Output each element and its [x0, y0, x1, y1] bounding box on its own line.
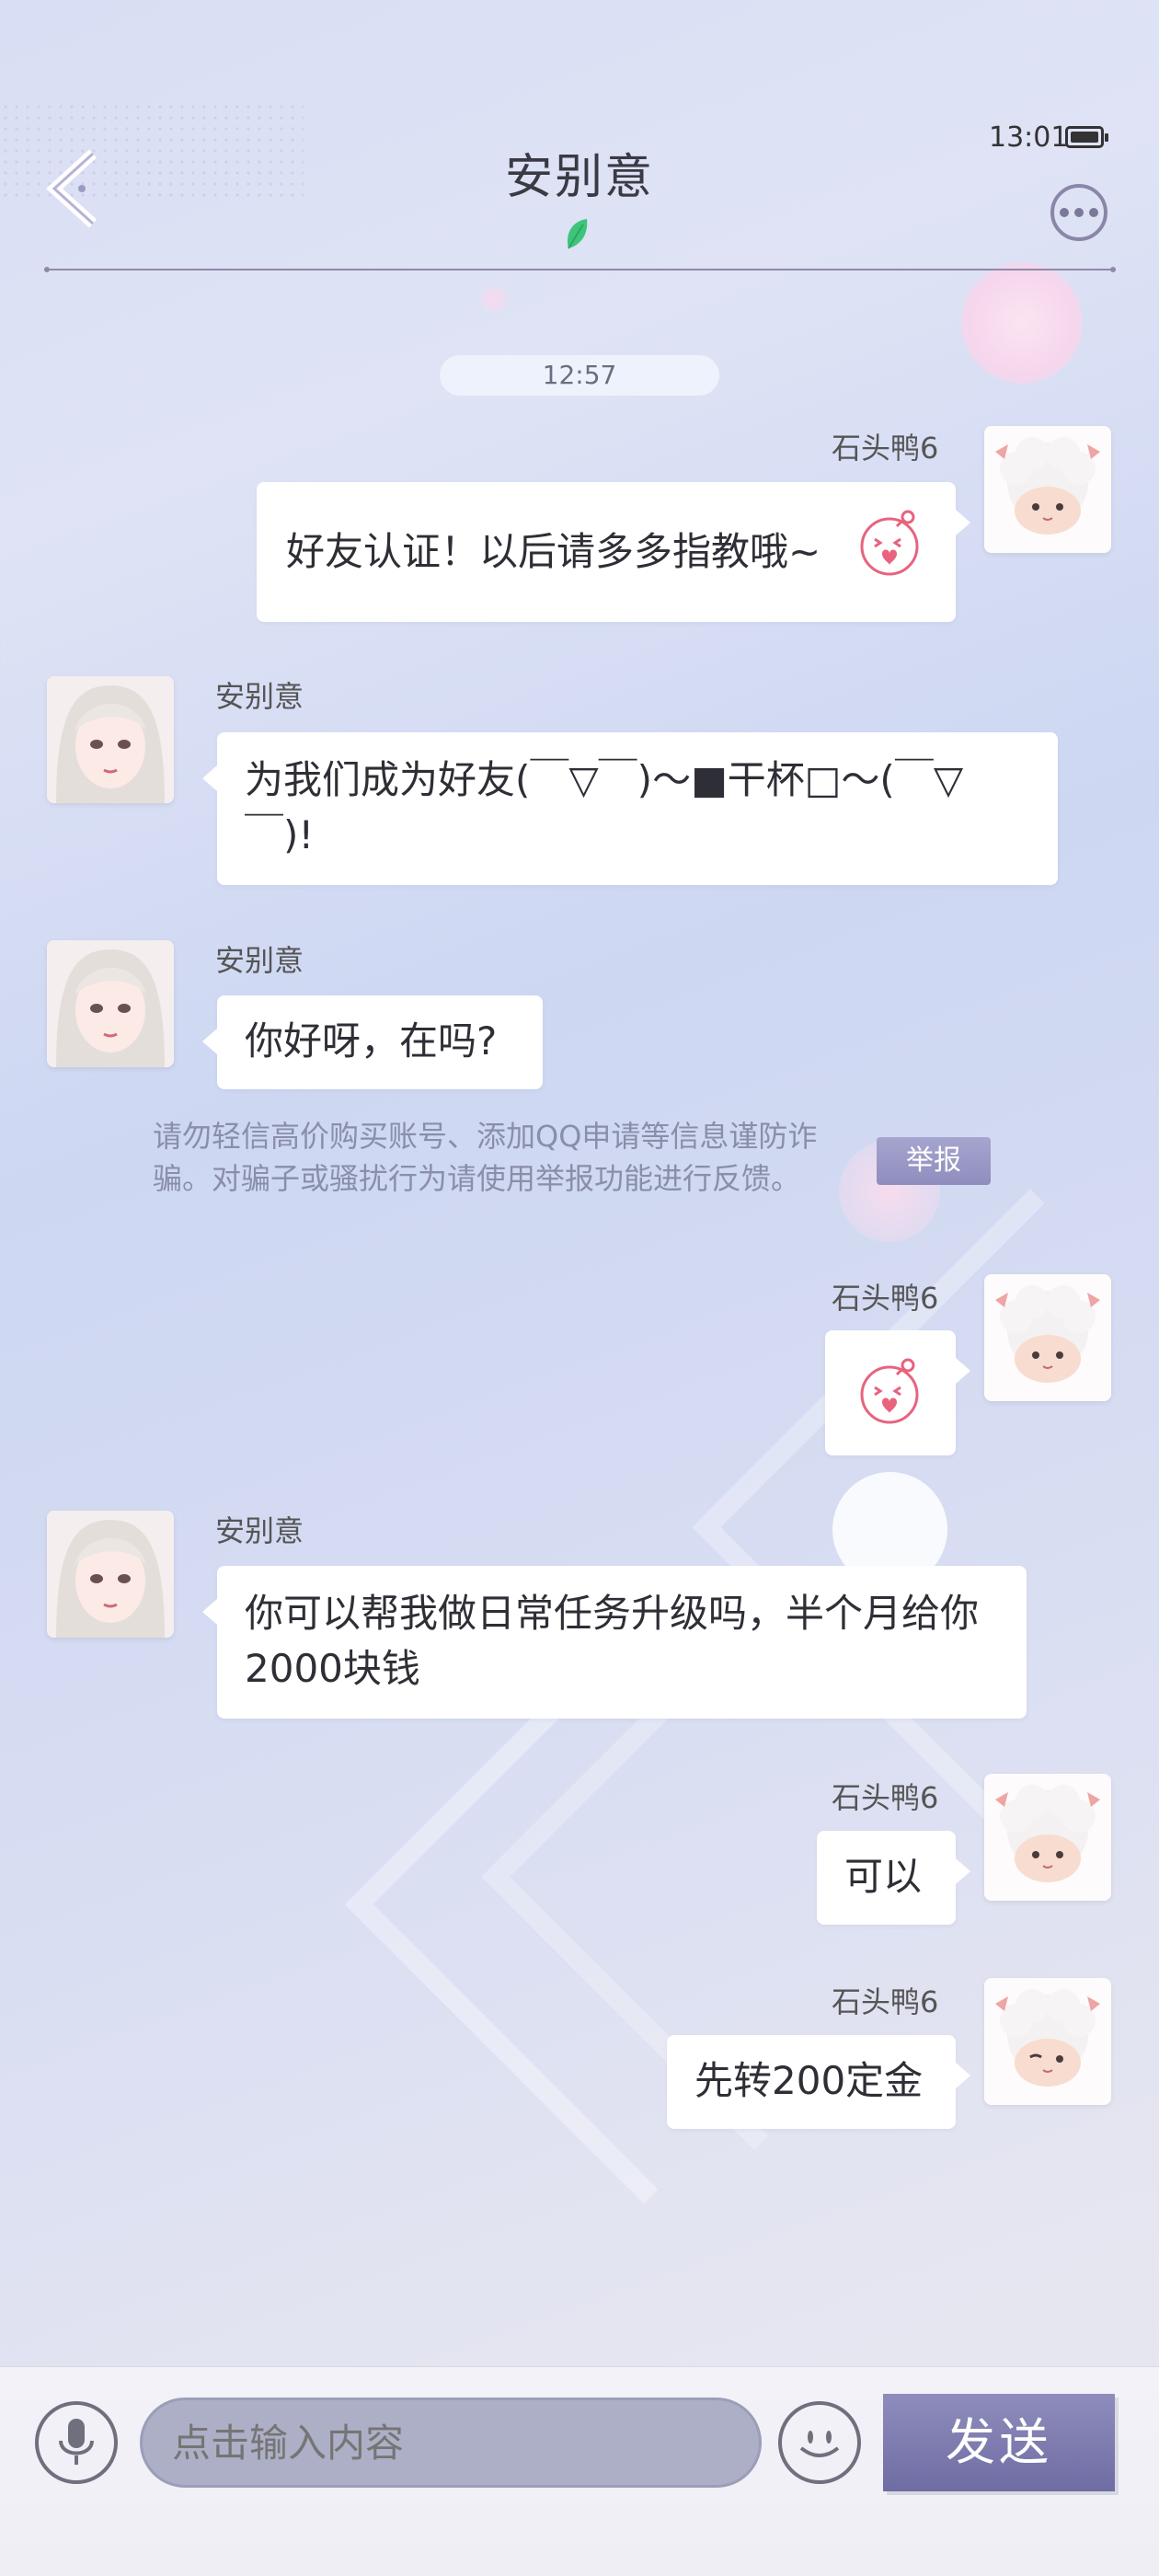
decorative-orb — [480, 285, 508, 313]
message-bubble[interactable]: 可以 — [817, 1831, 970, 1925]
leaf-icon — [567, 219, 588, 249]
user-avatar[interactable] — [984, 1978, 1111, 2105]
send-button[interactable]: 发送 — [883, 2394, 1115, 2491]
sheep-avatar-icon — [984, 1774, 1111, 1901]
sender-name: 石头鸭6 — [832, 1780, 939, 1815]
message-text: 你可以帮我做日常任务升级吗，半个月给你2000块钱 — [245, 1591, 980, 1691]
page-title: 安别意 — [504, 150, 654, 205]
microphone-icon — [59, 2419, 94, 2465]
user-avatar[interactable] — [984, 426, 1111, 553]
sender-name: 安别意 — [215, 943, 304, 978]
message-bubble[interactable]: 好友认证！以后请多多指教哦~ — [257, 482, 970, 622]
message-text: 好友认证！以后请多多指教哦~ — [286, 529, 821, 574]
girl-avatar-icon — [47, 940, 174, 1067]
message-text: 为我们成为好友(￣▽￣)～■干杯□～(￣▽￣)! — [245, 757, 964, 857]
status-clock: 13:01 — [989, 121, 1069, 154]
safety-notice: 请勿轻信高价购买账号、添加QQ申请等信息谨防诈骗。对骗子或骚扰行为请使用举报功能… — [153, 1119, 818, 1196]
emoji-icon — [799, 2431, 840, 2457]
chat-header: 安别意 13:01 — [0, 0, 1159, 276]
chat-timestamp: 12:57 — [440, 355, 719, 396]
pink-blob-emoji-icon — [860, 510, 919, 576]
message-bubble[interactable]: 你好呀，在吗? — [202, 995, 543, 1089]
sender-name: 石头鸭6 — [832, 1281, 939, 1316]
sheep-avatar-icon — [984, 426, 1111, 553]
more-options-button[interactable] — [1050, 184, 1107, 241]
sender-name: 安别意 — [215, 679, 304, 714]
sticker-message[interactable] — [825, 1330, 970, 1455]
message-text: 你好呀，在吗? — [245, 1018, 498, 1064]
message-bubble[interactable]: 先转200定金 — [667, 2035, 970, 2129]
contact-avatar[interactable] — [47, 940, 174, 1067]
contact-avatar[interactable] — [47, 1511, 174, 1638]
message-bubble[interactable]: 为我们成为好友(￣▽￣)～■干杯□～(￣▽￣)! — [202, 732, 1058, 885]
emoji-button[interactable] — [778, 2401, 861, 2484]
decorative-orb — [961, 262, 1083, 384]
header-divider — [44, 267, 1116, 272]
girl-avatar-icon — [47, 1511, 174, 1638]
message-bubble[interactable]: 你可以帮我做日常任务升级吗，半个月给你2000块钱 — [202, 1566, 1027, 1719]
sender-name: 石头鸭6 — [832, 1984, 939, 2019]
sheep-avatar-icon — [984, 1274, 1111, 1401]
message-input[interactable] — [140, 2398, 762, 2488]
contact-avatar[interactable] — [47, 676, 174, 803]
message-text: 可以 — [844, 1854, 923, 1899]
report-button[interactable]: 举报 — [877, 1137, 991, 1185]
pink-blob-emoji-icon — [860, 1358, 919, 1424]
sender-name: 安别意 — [215, 1513, 304, 1548]
message-text: 先转200定金 — [694, 2058, 924, 2103]
sender-name: 石头鸭6 — [832, 431, 939, 466]
user-avatar[interactable] — [984, 1274, 1111, 1401]
ellipsis-icon — [1060, 208, 1069, 217]
sheep-avatar-icon — [984, 1978, 1111, 2105]
user-avatar[interactable] — [984, 1774, 1111, 1901]
girl-avatar-icon — [47, 676, 174, 803]
battery-icon — [1065, 126, 1108, 148]
voice-input-button[interactable] — [35, 2401, 118, 2484]
